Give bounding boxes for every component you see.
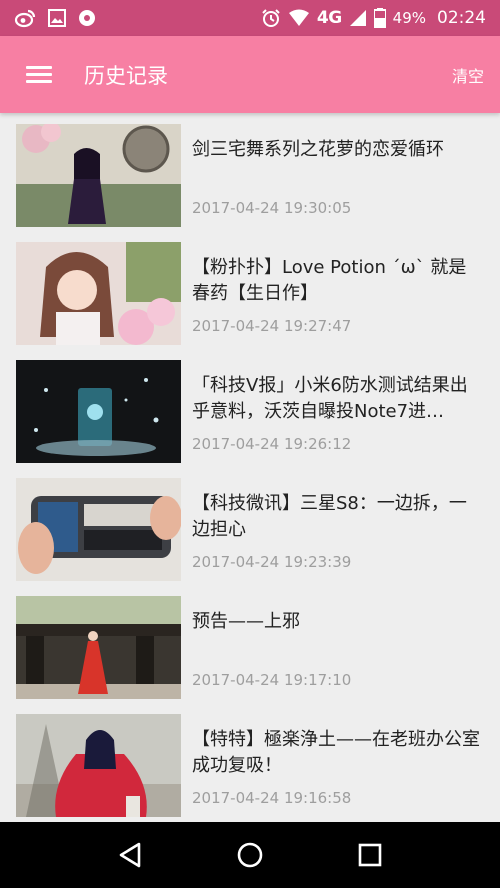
history-list: 剑三宅舞系列之花萝的恋爱循环 2017-04-24 19:30:05 【粉扑扑】… [0, 113, 500, 822]
video-thumbnail [16, 596, 181, 699]
home-button[interactable] [230, 835, 270, 875]
hamburger-icon [26, 62, 52, 87]
video-title: 剑三宅舞系列之花萝的恋爱循环 [192, 139, 444, 160]
system-navigation-bar [0, 822, 500, 888]
watch-time: 2017-04-24 19:27:47 [192, 317, 352, 335]
home-circle-icon [237, 842, 263, 868]
wifi-icon [288, 9, 310, 27]
recents-square-icon [358, 843, 382, 867]
battery-percent: 49% [392, 9, 426, 27]
watch-time: 2017-04-24 19:23:39 [192, 553, 352, 571]
video-thumbnail [16, 242, 181, 345]
network-type-label: 4G [316, 8, 342, 28]
video-thumbnail [16, 124, 181, 227]
watch-time: 2017-04-24 19:16:58 [192, 789, 352, 807]
video-thumbnail [16, 478, 181, 581]
thumbnail-image-phone-teardown [16, 478, 181, 581]
watch-time: 2017-04-24 19:17:10 [192, 671, 352, 689]
thumbnail-image-girl-flowers [16, 242, 181, 345]
thumbnail-image-phone-splash [16, 360, 181, 463]
list-item[interactable]: 剑三宅舞系列之花萝的恋爱循环 2017-04-24 19:30:05 [0, 113, 500, 231]
video-title: 「科技V报」小米6防水测试结果出乎意料，沃茨自曝投Note7进… [192, 375, 468, 422]
list-item[interactable]: 【科技微讯】三星S8：一边拆，一边担心 2017-04-24 19:23:39 [0, 467, 500, 585]
status-clock: 02:24 [437, 8, 486, 28]
video-title: 预告——上邪 [192, 611, 300, 632]
battery-icon [373, 8, 386, 28]
back-triangle-icon [119, 842, 141, 868]
signal-icon [349, 9, 367, 27]
status-indicators: 4G 49% 02:24 [261, 8, 486, 28]
watch-time: 2017-04-24 19:30:05 [192, 199, 352, 217]
weibo-notification-icon [14, 8, 36, 28]
status-notifications [14, 8, 96, 28]
list-item[interactable]: 【粉扑扑】Love Potion ´ω` 就是春药【生日作】 2017-04-2… [0, 231, 500, 349]
recents-button[interactable] [350, 835, 390, 875]
list-item[interactable]: 「科技V报」小米6防水测试结果出乎意料，沃茨自曝投Note7进… 2017-04… [0, 349, 500, 467]
list-item[interactable]: 预告——上邪 2017-04-24 19:17:10 [0, 585, 500, 703]
thumbnail-image-cosplay-garden [16, 124, 181, 227]
video-title: 【特特】極楽浄土——在老班办公室成功复吸！ [192, 729, 480, 776]
alarm-icon [261, 8, 281, 28]
video-title: 【粉扑扑】Love Potion ´ω` 就是春药【生日作】 [192, 257, 467, 304]
record-notification-icon [78, 9, 96, 27]
list-item[interactable]: 【特特】極楽浄土——在老班办公室成功复吸！ 2017-04-24 19:16:5… [0, 703, 500, 821]
back-button[interactable] [110, 835, 150, 875]
image-notification-icon [48, 9, 66, 27]
page-title: 历史记录 [84, 63, 168, 88]
clear-button[interactable]: 清空 [436, 63, 500, 87]
app-bar: 历史记录 清空 [0, 36, 500, 113]
video-title: 【科技微讯】三星S8：一边拆，一边担心 [192, 493, 467, 540]
thumbnail-image-pavilion-dancer [16, 596, 181, 699]
video-thumbnail [16, 714, 181, 817]
video-thumbnail [16, 360, 181, 463]
menu-button[interactable] [0, 36, 78, 113]
status-bar: 4G 49% 02:24 [0, 0, 500, 36]
watch-time: 2017-04-24 19:26:12 [192, 435, 352, 453]
thumbnail-image-red-dancer [16, 714, 181, 817]
